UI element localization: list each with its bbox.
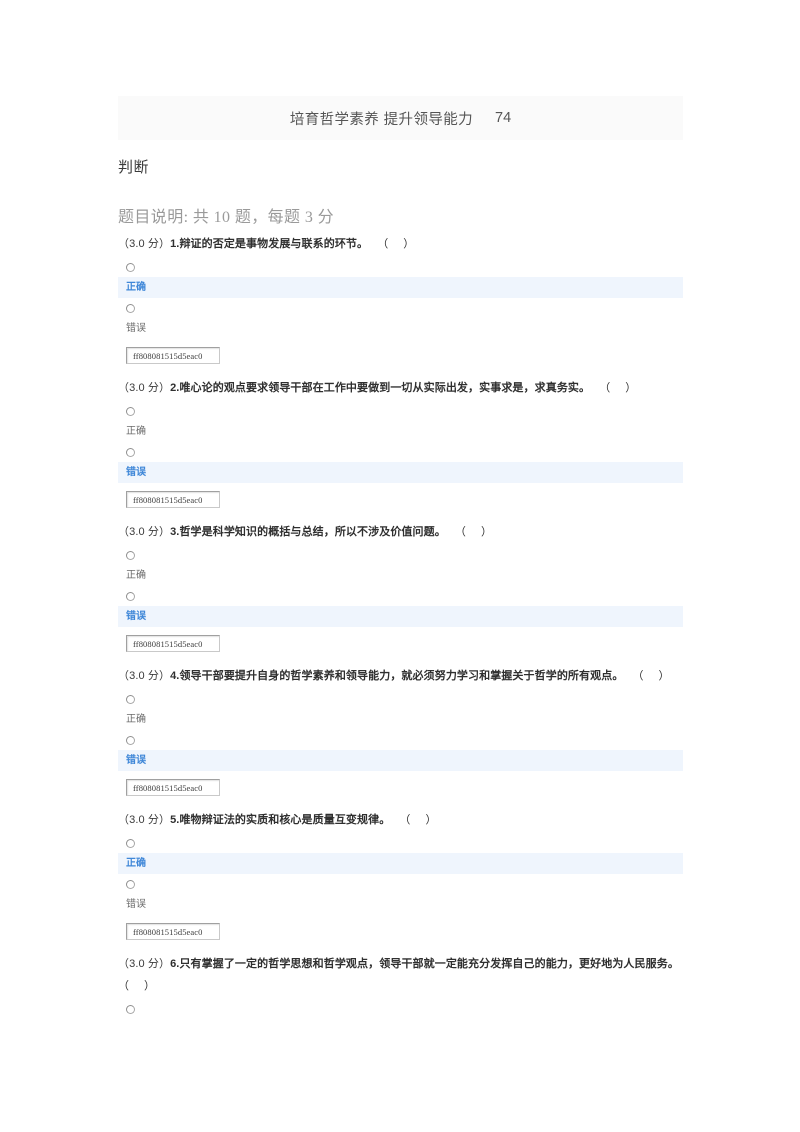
answer-option[interactable]: 正确 [118,545,683,586]
radio-row[interactable] [118,298,683,318]
answer-option[interactable]: 正确 [118,401,683,442]
question-stem: （3.0 分）2.唯心论的观点要求领导干部在工作中要做到一切从实际出发，实事求是… [118,377,683,399]
section-title: 判断 [118,159,150,176]
question-answer-blank: （ ） [368,238,421,250]
exam-title: 培育哲学素养 提升领导能力 [289,111,474,128]
question-answer-blank: （ ） [623,670,676,682]
radio-row[interactable] [118,442,683,462]
radio-button-icon[interactable] [126,694,135,704]
question-stem: （3.0 分）4.领导干部要提升自身的哲学素养和领导能力，就必须努力学习和掌握关… [118,665,683,687]
answer-option[interactable]: 正确 [118,833,683,874]
question-block: （3.0 分）5.唯物辩证法的实质和核心是质量互变规律。 （ ） 正确错误 [118,809,683,950]
exam-content: 判断 题目说明: 共 10 题，每题 3 分 （3.0 分）1.辩证的否定是事物… [118,156,683,1022]
answer-option-label[interactable]: 错误 [118,318,683,339]
section-description: 题目说明: 共 10 题，每题 3 分 [118,209,335,226]
question-text: 唯心论的观点要求领导干部在工作中要做到一切从实际出发，实事求是，求真务实。 [179,382,591,394]
question-answer-blank: （ ） [590,382,643,394]
question-block: （3.0 分）3.哲学是科学知识的概括与总结，所以不涉及价值问题。 （ ） 正确错… [118,521,683,662]
answer-option-label[interactable]: 正确 [118,709,683,730]
radio-row[interactable] [118,257,683,277]
answer-option-label[interactable]: 正确 [118,853,683,874]
answer-option[interactable]: 错误 [118,730,683,771]
radio-button-icon[interactable] [126,447,135,457]
answer-id-input[interactable] [126,779,220,796]
question-score: （3.0 分） [118,814,171,826]
radio-button-icon[interactable] [126,550,135,560]
radio-button-icon[interactable] [126,735,135,745]
answer-id-input[interactable] [126,491,220,508]
answer-option-label[interactable]: 错误 [118,606,683,627]
answer-option-label[interactable]: 正确 [118,277,683,298]
answer-option[interactable]: 错误 [118,442,683,483]
question-score: （3.0 分） [118,238,171,250]
radio-button-icon[interactable] [126,406,135,416]
question-score: （3.0 分） [118,670,171,682]
answer-option-label[interactable]: 错误 [118,750,683,771]
radio-row[interactable] [118,730,683,750]
radio-button-icon[interactable] [126,879,135,889]
question-text: 领导干部要提升自身的哲学素养和领导能力，就必须努力学习和掌握关于哲学的所有观点。 [179,670,624,682]
question-stem: （3.0 分）3.哲学是科学知识的概括与总结，所以不涉及价值问题。 （ ） [118,521,683,543]
answer-option-label[interactable]: 错误 [118,462,683,483]
exam-page: 培育哲学素养 提升领导能力 74 判断 题目说明: 共 10 题，每题 3 分 … [0,0,800,1132]
question-stem: （3.0 分）6.只有掌握了一定的哲学思想和哲学观点，领导干部就一定能充分发挥自… [118,953,683,997]
question-text: 辩证的否定是事物发展与联系的环节。 [179,238,369,250]
question-block: （3.0 分）4.领导干部要提升自身的哲学素养和领导能力，就必须努力学习和掌握关… [118,665,683,806]
question-block: （3.0 分）1.辩证的否定是事物发展与联系的环节。 （ ） 正确错误 [118,233,683,374]
radio-row[interactable] [118,874,683,894]
question-answer-blank: （ ） [118,980,162,992]
answer-option[interactable]: 错误 [118,586,683,627]
question-answer-blank: （ ） [445,526,498,538]
question-text: 只有掌握了一定的哲学思想和哲学观点，领导干部就一定能充分发挥自己的能力，更好地为… [179,958,679,970]
answer-id-input[interactable] [126,923,220,940]
question-text: 哲学是科学知识的概括与总结，所以不涉及价值问题。 [179,526,446,538]
radio-row[interactable] [118,545,683,565]
question-stem: （3.0 分）1.辩证的否定是事物发展与联系的环节。 （ ） [118,233,683,255]
question-score: （3.0 分） [118,526,171,538]
answer-option[interactable]: 正确 [118,257,683,298]
answer-id-input[interactable] [126,635,220,652]
question-block: （3.0 分）6.只有掌握了一定的哲学思想和哲学观点，领导干部就一定能充分发挥自… [118,953,683,1019]
radio-button-icon[interactable] [126,262,135,272]
question-score: （3.0 分） [118,382,171,394]
exam-score-count: 74 [495,110,512,126]
radio-row[interactable] [118,586,683,606]
answer-option-label[interactable]: 错误 [118,894,683,915]
question-stem: （3.0 分）5.唯物辩证法的实质和核心是质量互变规律。 （ ） [118,809,683,831]
question-answer-blank: （ ） [390,814,443,826]
radio-row[interactable] [118,401,683,421]
radio-button-icon[interactable] [126,838,135,848]
radio-row[interactable] [118,689,683,709]
question-text: 唯物辩证法的实质和核心是质量互变规律。 [179,814,391,826]
answer-option[interactable]: 正确 [118,689,683,730]
answer-option[interactable]: 错误 [118,298,683,339]
answer-option-label[interactable]: 正确 [118,565,683,586]
answer-option-label[interactable]: 正确 [118,421,683,442]
question-block: （3.0 分）2.唯心论的观点要求领导干部在工作中要做到一切从实际出发，实事求是… [118,377,683,518]
question-score: （3.0 分） [118,958,171,970]
answer-id-input[interactable] [126,347,220,364]
radio-button-icon[interactable] [126,303,135,313]
exam-header-bar: 培育哲学素养 提升领导能力 74 [118,96,683,140]
radio-row[interactable] [118,833,683,853]
question-list: （3.0 分）1.辩证的否定是事物发展与联系的环节。 （ ）正确错误（3.0 分… [118,233,683,1019]
radio-button-icon[interactable] [126,591,135,601]
answer-option[interactable]: 错误 [118,874,683,915]
radio-button-icon[interactable] [126,1004,135,1014]
radio-row[interactable] [118,999,683,1019]
